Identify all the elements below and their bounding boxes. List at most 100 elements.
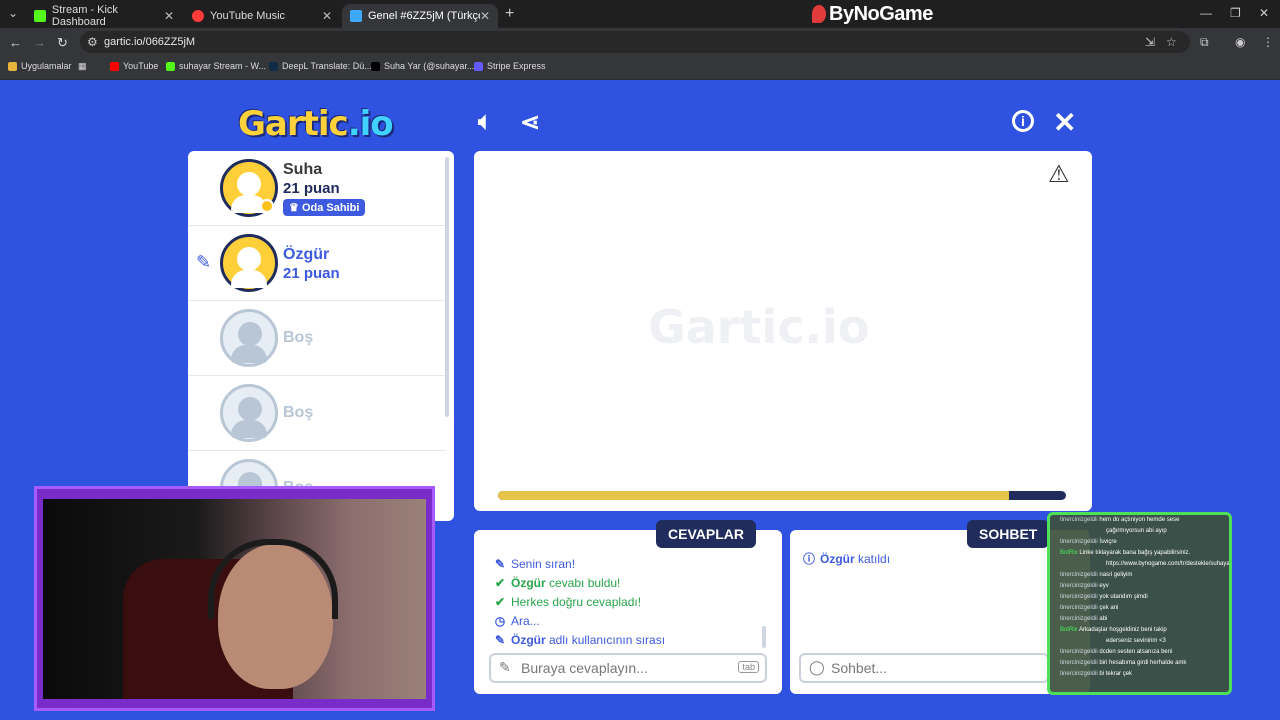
info-icon[interactable]: i <box>1012 110 1034 132</box>
forward-icon[interactable]: → <box>33 35 46 50</box>
pencil-icon: ✎ <box>494 633 506 647</box>
empty-slot-label: Boş <box>283 404 314 421</box>
sound-icon[interactable]: 🔈︎ <box>478 108 492 136</box>
chat-text: çek ani <box>1099 605 1119 611</box>
grid-icon[interactable]: ▦ <box>78 61 87 72</box>
answer-message: ✎ Senin sıran! <box>494 557 575 571</box>
chat-text: biri hesabıma girdi herhalde amk <box>1099 660 1187 666</box>
close-tab-icon[interactable]: ✕ <box>480 9 490 23</box>
empty-avatar-icon <box>220 384 278 442</box>
close-tab-icon[interactable]: ✕ <box>164 9 174 23</box>
profile-icon[interactable]: ◉ <box>1235 35 1245 49</box>
tab-key-hint: tab <box>738 661 759 673</box>
clock-icon: ◷ <box>494 614 506 628</box>
chat-username: tinercinizgeldii <box>1060 594 1100 600</box>
report-warning-icon[interactable]: ⚠ <box>1048 160 1070 189</box>
stream-chat-overlay: tinercinizgeldii hem do açtıniyon hemde … <box>1047 512 1232 695</box>
menu-icon[interactable]: ⋮ <box>1262 35 1274 49</box>
answer-message: ◷ Ara... <box>494 614 540 628</box>
players-list: Suha 21 puan ♛ Oda Sahibi ✎ Özgür 21 pua… <box>188 151 454 521</box>
message-user: Özgür <box>511 633 546 647</box>
join-text: katıldı <box>854 551 891 566</box>
bookmark-stripe[interactable]: Stripe Express <box>474 61 546 71</box>
bookmark-star-icon[interactable]: ☆ <box>1166 35 1177 49</box>
bookmark-youtube[interactable]: YouTube <box>110 61 158 71</box>
chat-input[interactable] <box>831 659 1031 677</box>
player-row[interactable]: ✎ Özgür 21 puan <box>188 226 446 301</box>
kick-icon <box>34 10 46 22</box>
url-text[interactable]: gartic.io/066ZZ5jM <box>104 36 195 48</box>
chat-text: https://www.bynogame.com/tr/destekle/suh… <box>1106 561 1229 567</box>
reload-icon[interactable]: ↻ <box>57 35 68 51</box>
bookmark-deepl[interactable]: DeepL Translate: Dü... <box>269 61 372 71</box>
info-icon: ⓘ <box>803 552 816 566</box>
tab-kick-dashboard[interactable]: Stream - Kick Dashboard ✕ <box>26 4 182 28</box>
chat-username: BotRix <box>1060 627 1080 633</box>
back-icon[interactable]: ← <box>9 35 22 50</box>
chat-text: yok utandım şimdi <box>1099 594 1148 600</box>
chat-username: tinercinizgeldii <box>1060 671 1100 677</box>
stream-chat-line: BotRix Arkadaşlar hoşgeldiniz beni takip <box>1050 625 1229 636</box>
gartic-logo: Gartic.io <box>238 104 394 144</box>
timer-fill <box>498 491 1010 500</box>
tab-youtube-music[interactable]: YouTube Music ✕ <box>184 4 340 28</box>
install-app-icon[interactable]: ⇲ <box>1145 35 1155 49</box>
tab-label: Stream - Kick Dashboard <box>51 4 118 28</box>
answers-title: CEVAPLAR <box>656 520 756 548</box>
drawing-pencil-icon: ✎ <box>196 252 212 272</box>
bookmark-kick-stream[interactable]: suhayar Stream - W... <box>166 61 266 71</box>
avatar <box>220 234 278 292</box>
stream-chat-line: https://www.bynogame.com/tr/destekle/suh… <box>1050 559 1229 570</box>
online-dot-icon <box>260 199 274 213</box>
chat-text: ederseniz sevinirim <3 <box>1106 638 1166 644</box>
tab-gartic[interactable]: Genel #6ZZ5jM (Türkçe) - Gartic ✕ <box>342 4 498 28</box>
chat-username: tinercinizgeldii <box>1060 605 1100 611</box>
extensions-icon[interactable]: ⧉ <box>1200 35 1209 50</box>
players-scrollbar[interactable] <box>445 157 449 417</box>
close-window-icon[interactable]: ✕ <box>1259 6 1269 20</box>
player-name: Suha <box>283 161 323 178</box>
answer-input-box[interactable]: ✎ tab <box>489 653 767 683</box>
close-icon[interactable]: ✕ <box>1053 106 1076 139</box>
webcam-video <box>43 499 426 699</box>
chat-username: tinercinizgeldii <box>1060 583 1100 589</box>
chat-input-box[interactable]: ◯ <box>799 653 1049 683</box>
answer-message: ✔ Özgür cevabı buldu! <box>494 576 620 590</box>
bookmark-label: Uygulamalar <box>21 61 72 71</box>
stream-chat-line: ederseniz sevinirim <3 <box>1050 636 1229 647</box>
answers-scrollbar[interactable] <box>762 626 766 648</box>
maximize-icon[interactable]: ❐ <box>1230 6 1241 20</box>
share-icon[interactable]: ⋖ <box>520 108 540 137</box>
answer-input[interactable] <box>521 659 721 677</box>
close-tab-icon[interactable]: ✕ <box>322 9 332 23</box>
stream-chat-line: tinercinizgeldii biri hesabıma girdi her… <box>1050 658 1229 669</box>
chat-username: BotRix <box>1060 550 1080 556</box>
brand-text: ByNoGame <box>829 3 933 25</box>
chat-text: hem do açtıniyon hemde sese <box>1099 517 1180 523</box>
chat-username: tinercinizgeldii <box>1060 616 1100 622</box>
url-bar[interactable] <box>80 31 1190 53</box>
player-row[interactable]: Suha 21 puan ♛ Oda Sahibi <box>188 151 446 226</box>
check-icon: ✔ <box>494 595 506 609</box>
canvas-watermark: Gartic.io <box>648 300 870 354</box>
stream-chat-line: tinercinizgeldii bi tekrar çek <box>1050 669 1229 680</box>
bookmark-tiktok[interactable]: Suha Yar (@suhayar... <box>371 61 474 71</box>
message-text: Özgür adlı kullanıcının sırası <box>511 633 666 647</box>
stream-chat-line: BotRix Linke tıklayarak bana bağış yapab… <box>1050 548 1229 559</box>
stream-chat-line: tinercinizgeldii nasıl geliyim <box>1050 570 1229 581</box>
site-info-icon[interactable]: ⚙ <box>87 35 98 49</box>
new-tab-button[interactable]: + <box>505 5 514 23</box>
chat-text: bi tekrar çek <box>1099 671 1133 677</box>
browser-tab-bar: ⌄ Stream - Kick Dashboard ✕ YouTube Musi… <box>0 0 1280 28</box>
stream-chat-line: çağırmıyorsun abi ayıp <box>1050 526 1229 537</box>
minimize-icon[interactable]: — <box>1200 6 1212 20</box>
bookmark-label: Suha Yar (@suhayar... <box>384 61 475 71</box>
empty-slot: Boş <box>188 376 446 451</box>
bookmark-apps[interactable]: Uygulamalar <box>8 61 72 71</box>
bynogame-logo: ByNoGame <box>812 3 933 26</box>
chat-username: tinercinizgeldii <box>1060 572 1100 578</box>
chat-text: Linke tıklayarak bana bağış yapabilirsin… <box>1079 550 1191 556</box>
stream-chat-line: tinercinizgeldii çek ani <box>1050 603 1229 614</box>
tab-search-icon[interactable]: ⌄ <box>8 6 18 20</box>
stripe-icon <box>474 61 483 71</box>
